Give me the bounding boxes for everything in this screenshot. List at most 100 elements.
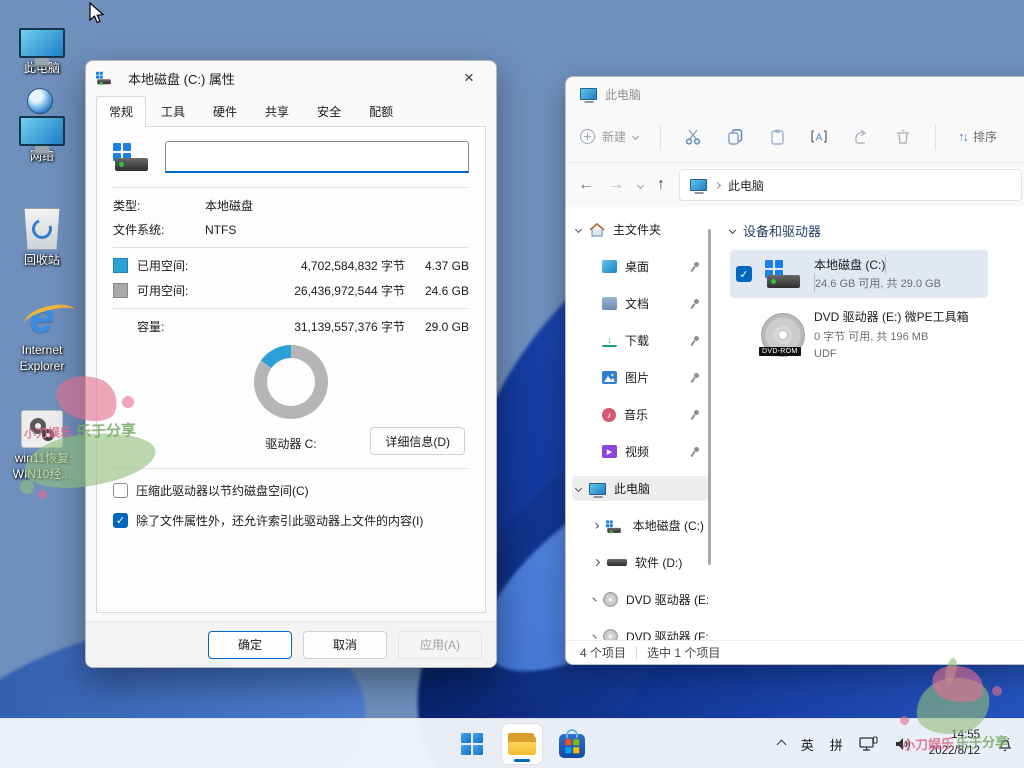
svg-text:A: A (816, 133, 823, 144)
cancel-button[interactable]: 取消 (303, 631, 387, 659)
taskbar-store-button[interactable] (552, 724, 592, 764)
sidebar-item-drive-c[interactable]: 本地磁盘 (C:) (572, 513, 708, 538)
dialog-footer: 确定 取消 应用(A) (86, 621, 496, 667)
apply-button[interactable]: 应用(A) (398, 631, 482, 659)
up-button[interactable]: ↑ (657, 176, 665, 194)
disk-properties-dialog: 本地磁盘 (C:) 属性 × 常规 工具 硬件 共享 安全 配额 类型: 本地磁… (85, 60, 497, 668)
pin-icon (690, 447, 700, 457)
group-header-devices[interactable]: 设备和驱动器 (730, 221, 1024, 240)
pin-icon (690, 336, 700, 346)
paste-button[interactable] (767, 127, 787, 147)
sidebar-scrollbar[interactable] (708, 229, 711, 565)
videos-icon: ▶ (602, 445, 617, 458)
cut-button[interactable] (683, 127, 703, 147)
pictures-icon (602, 371, 617, 384)
rename-button[interactable]: A (809, 127, 829, 147)
sidebar-item-home[interactable]: 主文件夹 (572, 217, 708, 242)
music-icon: ♪ (602, 408, 616, 422)
paste-icon (769, 128, 786, 145)
speaker-icon[interactable] (894, 736, 913, 752)
tray-expand-chevron-icon[interactable] (776, 739, 786, 749)
sidebar-item-dvd-f[interactable]: DVD 驱动器 (F:) (572, 624, 708, 640)
sidebar-item-this-pc[interactable]: 此电脑 (572, 476, 708, 501)
sidebar-item-music[interactable]: ♪ 音乐 (572, 402, 708, 427)
desktop-icon-internet-explorer[interactable]: e Internet Explorer (0, 294, 84, 374)
volume-label-input[interactable] (165, 141, 469, 173)
status-divider (636, 646, 637, 660)
network-icon (19, 100, 65, 146)
sidebar-item-desktop[interactable]: 桌面 (572, 254, 708, 279)
delete-button[interactable] (893, 127, 913, 147)
explorer-titlebar[interactable]: 此电脑 (566, 77, 1024, 111)
chevron-down-icon (575, 226, 582, 233)
tab-security[interactable]: 安全 (304, 96, 354, 127)
history-chevron-icon[interactable] (637, 181, 644, 188)
drive-c-icon (113, 143, 149, 171)
dialog-titlebar[interactable]: 本地磁盘 (C:) 属性 × (86, 61, 496, 95)
toolbar-divider (935, 124, 936, 150)
sort-button[interactable]: ↑↓ 排序 (958, 128, 997, 145)
folder-icon (508, 733, 536, 755)
tab-hardware[interactable]: 硬件 (200, 96, 250, 127)
checkbox[interactable]: ✓ (113, 513, 128, 528)
desktop-icon-network[interactable]: 网络 (0, 100, 84, 165)
svg-text:z: z (1007, 738, 1010, 744)
drive-c-icon (760, 260, 806, 288)
forward-button[interactable]: → (608, 176, 624, 194)
item-count: 4 个项目 (580, 644, 626, 661)
capacity-row: 容量: 31,139,557,376 字节 29.0 GB (113, 318, 469, 335)
this-pc-icon (690, 179, 707, 191)
desktop-icon-this-pc[interactable]: 此电脑 (0, 12, 84, 77)
explorer-navbar: ← → ↑ 此电脑 (566, 163, 1024, 207)
address-bar[interactable]: 此电脑 (679, 169, 1022, 201)
explorer-toolbar: 新建 (566, 111, 1024, 163)
pin-icon (690, 262, 700, 272)
ime-pinyin-indicator[interactable]: 拼 (830, 735, 843, 754)
new-button[interactable]: 新建 (580, 128, 638, 145)
tab-tools[interactable]: 工具 (148, 96, 198, 127)
this-pc-icon (589, 483, 606, 495)
details-button[interactable]: 详细信息(D) (370, 427, 465, 455)
sidebar-item-dvd-e[interactable]: DVD 驱动器 (E:) (572, 587, 708, 612)
free-size: 24.6 GB (405, 284, 469, 298)
tab-sharing[interactable]: 共享 (252, 96, 302, 127)
dvd-e-tile[interactable]: DVD-ROM DVD 驱动器 (E:) 微PE工具箱 0 字节 可用, 共 1… (730, 302, 988, 368)
network-icon[interactable] (859, 736, 878, 753)
ime-language-indicator[interactable]: 英 (801, 735, 814, 754)
desktop-icon-win11-restore[interactable]: win11恢复 WIN10经... (0, 402, 84, 482)
sidebar-item-drive-d[interactable]: 软件 (D:) (572, 550, 708, 575)
copy-button[interactable] (725, 127, 745, 147)
capacity-size: 29.0 GB (405, 320, 469, 334)
drive-info: 0 字节 可用, 共 196 MB (814, 328, 982, 344)
clock-date: 2022/8/12 (929, 744, 980, 760)
sidebar-item-documents[interactable]: 文档 (572, 291, 708, 316)
explorer-content: 设备和驱动器 ✓ 本地磁盘 (C:) 24.6 GB 可用, 共 29.0 GB (712, 207, 1024, 640)
drive-c-tile[interactable]: ✓ 本地磁盘 (C:) 24.6 GB 可用, 共 29.0 GB (730, 250, 988, 298)
start-button[interactable] (452, 724, 492, 764)
taskbar-center-group (452, 719, 592, 768)
checkbox[interactable] (113, 483, 128, 498)
dvd-icon: DVD-ROM (760, 313, 806, 357)
compress-checkbox-row[interactable]: 压缩此驱动器以节约磁盘空间(C) (113, 482, 469, 499)
sidebar-item-downloads[interactable]: ↓ 下载 (572, 328, 708, 353)
ok-button[interactable]: 确定 (208, 631, 292, 659)
back-button[interactable]: ← (578, 176, 594, 194)
notification-bell-icon[interactable]: z (996, 735, 1014, 753)
share-button[interactable] (851, 127, 871, 147)
close-icon[interactable]: × (452, 65, 486, 91)
tab-quota[interactable]: 配额 (356, 96, 406, 127)
breadcrumb[interactable]: 此电脑 (728, 177, 764, 194)
sidebar-item-videos[interactable]: ▶ 视频 (572, 439, 708, 464)
mouse-cursor (88, 2, 108, 26)
sidebar-item-pictures[interactable]: 图片 (572, 365, 708, 390)
taskbar-clock[interactable]: 14:55 2022/8/12 (929, 728, 980, 759)
taskbar-file-explorer-button[interactable] (502, 724, 542, 764)
divider (113, 247, 469, 248)
chevron-down-icon (575, 485, 582, 492)
used-space-swatch (113, 258, 128, 273)
type-label: 类型: (113, 197, 205, 214)
tab-general[interactable]: 常规 (96, 96, 146, 127)
index-checkbox-row[interactable]: ✓ 除了文件属性外，还允许索引此驱动器上文件的内容(I) (113, 512, 469, 529)
selection-checkbox[interactable]: ✓ (736, 266, 752, 282)
desktop-icon-recycle-bin[interactable]: 回收站 (0, 204, 84, 269)
